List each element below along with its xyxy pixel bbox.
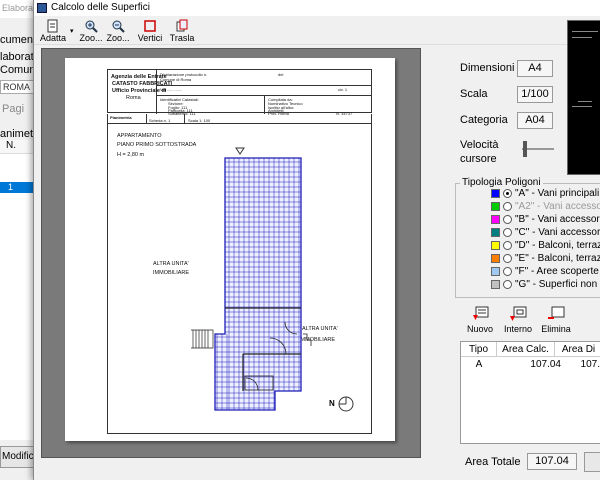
calcolo-superfici-window: Calcolo delle Superfici Adatta ▾ Zoo... … [33,0,600,480]
tipologia-option-5[interactable]: "E" - Balconi, terrazzi e s [491,252,600,264]
interno-label: Interno [503,324,533,334]
velocita-label: Velocità [460,139,499,151]
color-swatch [491,201,500,211]
scala-label: Scala [460,88,488,100]
background-tab-pagine[interactable]: Pagi [0,100,34,118]
radio-button[interactable] [503,188,512,198]
color-swatch [491,253,500,263]
background-list-selected-row[interactable]: 1 [0,182,36,193]
staircase [192,330,209,348]
color-swatch [491,279,500,289]
zoom-in-button[interactable]: Zoo... [78,19,104,45]
nuovo-button[interactable]: Nuovo [464,306,496,336]
radio-button[interactable] [503,266,512,276]
tipologia-option-label: "C" - Vani accessori indir [515,226,600,238]
step-detail [303,333,312,346]
tipologia-option-4[interactable]: "D" - Balconi, terrazzi e s [491,239,600,251]
new-polygon-icon [473,306,489,320]
cursore-label: cursore [460,153,497,165]
tipologia-option-label: "B" - Vani accessori indir [515,213,600,225]
area-totale-field: 107.04 [527,453,577,470]
tipologia-option-label: "E" - Balconi, terrazzi e s [515,252,600,264]
area-totale-label: Area Totale [465,456,521,468]
background-list[interactable]: N. 1 [0,140,36,440]
elimina-button[interactable]: Elimina [539,306,573,336]
tipologia-option-label: "G" - Superfici non rileva [515,278,600,290]
delete-polygon-icon [548,306,565,319]
zoom-out-icon [112,20,125,33]
row-tipo-cell[interactable]: A [461,359,497,373]
tipologia-option-6[interactable]: "F" - Aree scoperte o ass [491,265,600,277]
velocita-slider-thumb[interactable] [523,141,528,157]
floor-plan-sheet[interactable]: Agenzia delle Entrate CATASTO FABBRICATI… [65,58,395,441]
adatta-dropdown-arrow[interactable]: ▾ [70,27,74,35]
trasla-button[interactable]: Trasla [168,19,196,45]
categoria-label: Categoria [460,114,508,126]
zoom-in-icon [85,20,98,33]
floor-plan-drawing[interactable] [65,58,395,441]
toolbar: Adatta ▾ Zoo... Zoo... Vertici Trasla [34,17,600,45]
color-swatch [491,227,500,237]
color-swatch [491,214,500,224]
zoom-out-label: Zoo... [106,33,130,43]
categoria-field[interactable]: A04 [517,112,553,129]
background-list-header: N. [0,140,36,154]
radio-button[interactable] [503,279,512,289]
pan-icon [176,19,188,32]
title-bar: Calcolo delle Superfici [34,0,600,16]
column-header-tipo[interactable]: Tipo [461,342,497,357]
tipologia-option-label: "D" - Balconi, terrazzi e s [515,239,600,251]
sheet-preview-thumbnail[interactable] [567,20,600,175]
scala-field[interactable]: 1/100 [517,86,553,103]
radio-button[interactable] [503,214,512,224]
app-icon [37,3,47,13]
areas-table[interactable]: Tipo Area Calc. Area Di A 107.04 107. [460,341,600,444]
tipologia-option-label: "A" - Vani principali e acc [515,187,600,199]
interno-button[interactable]: Interno [502,306,534,336]
background-comune-field[interactable]: ROMA [0,80,36,94]
tipologia-option-0[interactable]: "A" - Vani principali e acc [491,187,600,199]
north-arrow-icon [338,396,354,412]
radio-button[interactable] [503,253,512,263]
tipologia-option-label: "F" - Aree scoperte o ass [515,265,600,277]
color-swatch [491,188,500,198]
radio-button[interactable] [503,201,512,211]
row-area-dich-cell[interactable]: 107. [567,359,600,373]
radio-button[interactable] [503,240,512,250]
zoom-out-button[interactable]: Zoo... [105,19,131,45]
document-fit-icon [47,19,58,33]
background-label: animetr [0,128,37,140]
vertici-label: Vertici [137,33,163,43]
tipologia-option-2[interactable]: "B" - Vani accessori indir [491,213,600,225]
elimina-label: Elimina [541,324,571,334]
trasla-label: Trasla [169,33,195,43]
tipologia-option-7[interactable]: "G" - Superfici non rileva [491,278,600,290]
vertices-icon [144,20,156,32]
inner-polygon-icon [510,306,527,321]
window-title: Calcolo delle Superfici [51,2,150,13]
dimensioni-label: Dimensioni [460,62,515,74]
background-label: cument [0,34,37,46]
partial-button[interactable] [584,452,600,472]
adatta-button[interactable]: Adatta [38,19,68,45]
background-label: laborat [0,51,34,63]
tipologia-option-label: "A2" - Vani accessori dir [515,200,600,212]
background-modifica-button[interactable]: Modifica [0,446,39,468]
north-label: N [329,399,335,408]
radio-button[interactable] [503,227,512,237]
color-swatch [491,240,500,250]
adatta-label: Adatta [39,33,67,43]
zoom-in-label: Zoo... [79,33,103,43]
dimensioni-field[interactable]: A4 [517,60,553,77]
drawing-viewport[interactable]: Agenzia delle Entrate CATASTO FABBRICATI… [41,48,421,458]
tipologia-option-1[interactable]: "A2" - Vani accessori dir [491,200,600,212]
vertici-button[interactable]: Vertici [136,19,164,45]
nuovo-label: Nuovo [466,324,493,334]
color-swatch [491,266,500,276]
row-area-calc-cell[interactable]: 107.04 [497,359,567,373]
column-header-area-dich[interactable]: Area Di [555,342,600,357]
tipologia-option-3[interactable]: "C" - Vani accessori indir [491,226,600,238]
column-header-area-calc[interactable]: Area Calc. [497,342,555,357]
